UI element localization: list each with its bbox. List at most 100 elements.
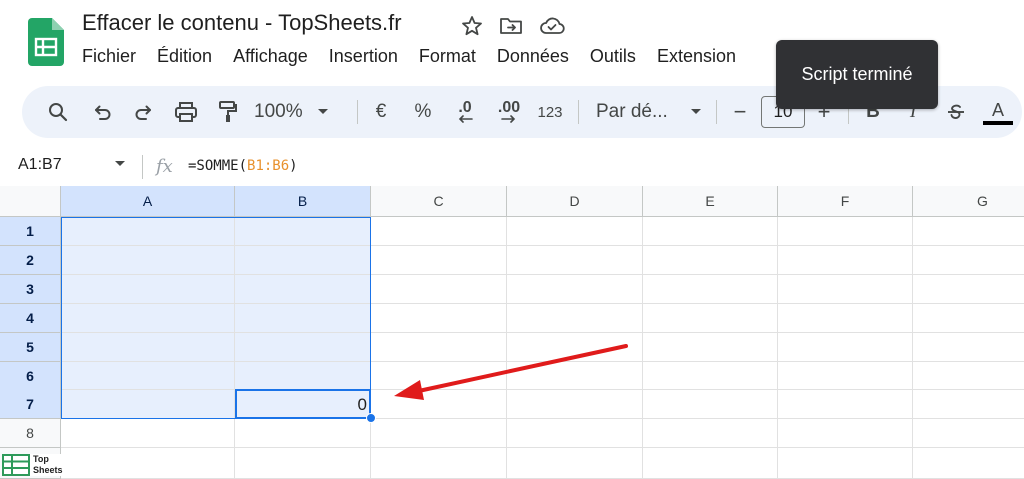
column-header-d[interactable]: D [507, 186, 643, 217]
search-menus-icon[interactable] [44, 86, 72, 138]
increase-decimals-button[interactable]: .00 [492, 86, 526, 138]
cell-d3[interactable] [507, 275, 643, 304]
zoom-select[interactable]: 100% [254, 86, 344, 138]
cell-e8[interactable] [643, 419, 778, 448]
column-header-f[interactable]: F [778, 186, 913, 217]
cell-c3[interactable] [371, 275, 507, 304]
cell-e7[interactable] [643, 390, 778, 419]
document-title[interactable]: Effacer le contenu - TopSheets.fr [82, 10, 402, 36]
cell-e6[interactable] [643, 362, 778, 390]
cell-e9[interactable] [643, 448, 778, 479]
cell-e5[interactable] [643, 333, 778, 362]
row-header-7[interactable]: 7 [0, 390, 61, 419]
row-header-6[interactable]: 6 [0, 362, 61, 391]
redo-icon[interactable] [130, 86, 158, 138]
decrease-font-size-button[interactable]: − [728, 86, 752, 138]
column-header-c[interactable]: C [371, 186, 507, 217]
cell-b8[interactable] [235, 419, 371, 448]
cell-e4[interactable] [643, 304, 778, 333]
cell-g2[interactable] [913, 246, 1024, 275]
cell-a8[interactable] [61, 419, 235, 448]
cell-b1[interactable] [235, 217, 371, 246]
row-header-8[interactable]: 8 [0, 419, 61, 448]
cell-f3[interactable] [778, 275, 913, 304]
cell-g3[interactable] [913, 275, 1024, 304]
cell-c2[interactable] [371, 246, 507, 275]
cell-f8[interactable] [778, 419, 913, 448]
paint-format-icon[interactable] [214, 86, 242, 138]
cell-e2[interactable] [643, 246, 778, 275]
cell-f6[interactable] [778, 362, 913, 390]
cell-a3[interactable] [61, 275, 235, 304]
cell-e1[interactable] [643, 217, 778, 246]
column-header-b[interactable]: B [235, 186, 371, 217]
select-all-corner[interactable] [0, 186, 61, 217]
cell-b7[interactable]: 0 [235, 390, 371, 419]
menu-edition[interactable]: Édition [157, 46, 212, 70]
cell-a2[interactable] [61, 246, 235, 275]
cell-a4[interactable] [61, 304, 235, 333]
star-icon[interactable] [460, 14, 484, 38]
cell-d7[interactable] [507, 390, 643, 419]
row-header-1[interactable]: 1 [0, 217, 61, 246]
cell-c5[interactable] [371, 333, 507, 362]
cell-c4[interactable] [371, 304, 507, 333]
cell-f1[interactable] [778, 217, 913, 246]
cell-g7[interactable] [913, 390, 1024, 419]
cell-f5[interactable] [778, 333, 913, 362]
menu-format[interactable]: Format [419, 46, 476, 70]
strikethrough-icon[interactable] [942, 86, 970, 138]
row-header-3[interactable]: 3 [0, 275, 61, 304]
format-percent-button[interactable]: % [410, 86, 436, 138]
text-color-button[interactable]: A [982, 86, 1014, 138]
move-to-folder-icon[interactable] [498, 14, 524, 38]
cell-b4[interactable] [235, 304, 371, 333]
cell-d6[interactable] [507, 362, 643, 390]
cell-a6[interactable] [61, 362, 235, 390]
cell-b5[interactable] [235, 333, 371, 362]
cell-g5[interactable] [913, 333, 1024, 362]
undo-icon[interactable] [88, 86, 116, 138]
formula-input[interactable]: =SOMME(B1:B6) [188, 158, 298, 174]
menu-extensions[interactable]: Extension [657, 46, 736, 70]
cell-a5[interactable] [61, 333, 235, 362]
name-box[interactable]: A1:B7 [18, 156, 62, 174]
cell-b3[interactable] [235, 275, 371, 304]
cell-d8[interactable] [507, 419, 643, 448]
print-icon[interactable] [172, 86, 200, 138]
cell-g1[interactable] [913, 217, 1024, 246]
column-header-a[interactable]: A [61, 186, 235, 217]
cell-b9[interactable] [235, 448, 371, 479]
cell-c8[interactable] [371, 419, 507, 448]
cell-f9[interactable] [778, 448, 913, 479]
cell-f7[interactable] [778, 390, 913, 419]
row-header-4[interactable]: 4 [0, 304, 61, 333]
cell-b6[interactable] [235, 362, 371, 390]
cell-d9[interactable] [507, 448, 643, 479]
cell-g4[interactable] [913, 304, 1024, 333]
cell-d2[interactable] [507, 246, 643, 275]
cell-c6[interactable] [371, 362, 507, 390]
cell-a9[interactable] [61, 448, 235, 479]
menu-donnees[interactable]: Données [497, 46, 569, 70]
decrease-decimals-button[interactable]: .0 [450, 86, 480, 138]
more-formats-button[interactable]: 123 [534, 86, 566, 138]
cell-d5[interactable] [507, 333, 643, 362]
menu-outils[interactable]: Outils [590, 46, 636, 70]
fill-handle[interactable] [366, 413, 376, 423]
format-currency-button[interactable]: € [368, 86, 394, 138]
cell-g6[interactable] [913, 362, 1024, 390]
row-header-5[interactable]: 5 [0, 333, 61, 362]
cell-g9[interactable] [913, 448, 1024, 479]
chevron-down-icon[interactable] [114, 160, 126, 168]
cell-d1[interactable] [507, 217, 643, 246]
column-header-g[interactable]: G [913, 186, 1024, 217]
cell-d4[interactable] [507, 304, 643, 333]
cloud-saved-icon[interactable] [538, 14, 566, 38]
cell-e3[interactable] [643, 275, 778, 304]
column-header-e[interactable]: E [643, 186, 778, 217]
cell-a7[interactable] [61, 390, 235, 419]
cell-g8[interactable] [913, 419, 1024, 448]
cell-a1[interactable] [61, 217, 235, 246]
sheets-logo-icon[interactable] [28, 18, 64, 66]
